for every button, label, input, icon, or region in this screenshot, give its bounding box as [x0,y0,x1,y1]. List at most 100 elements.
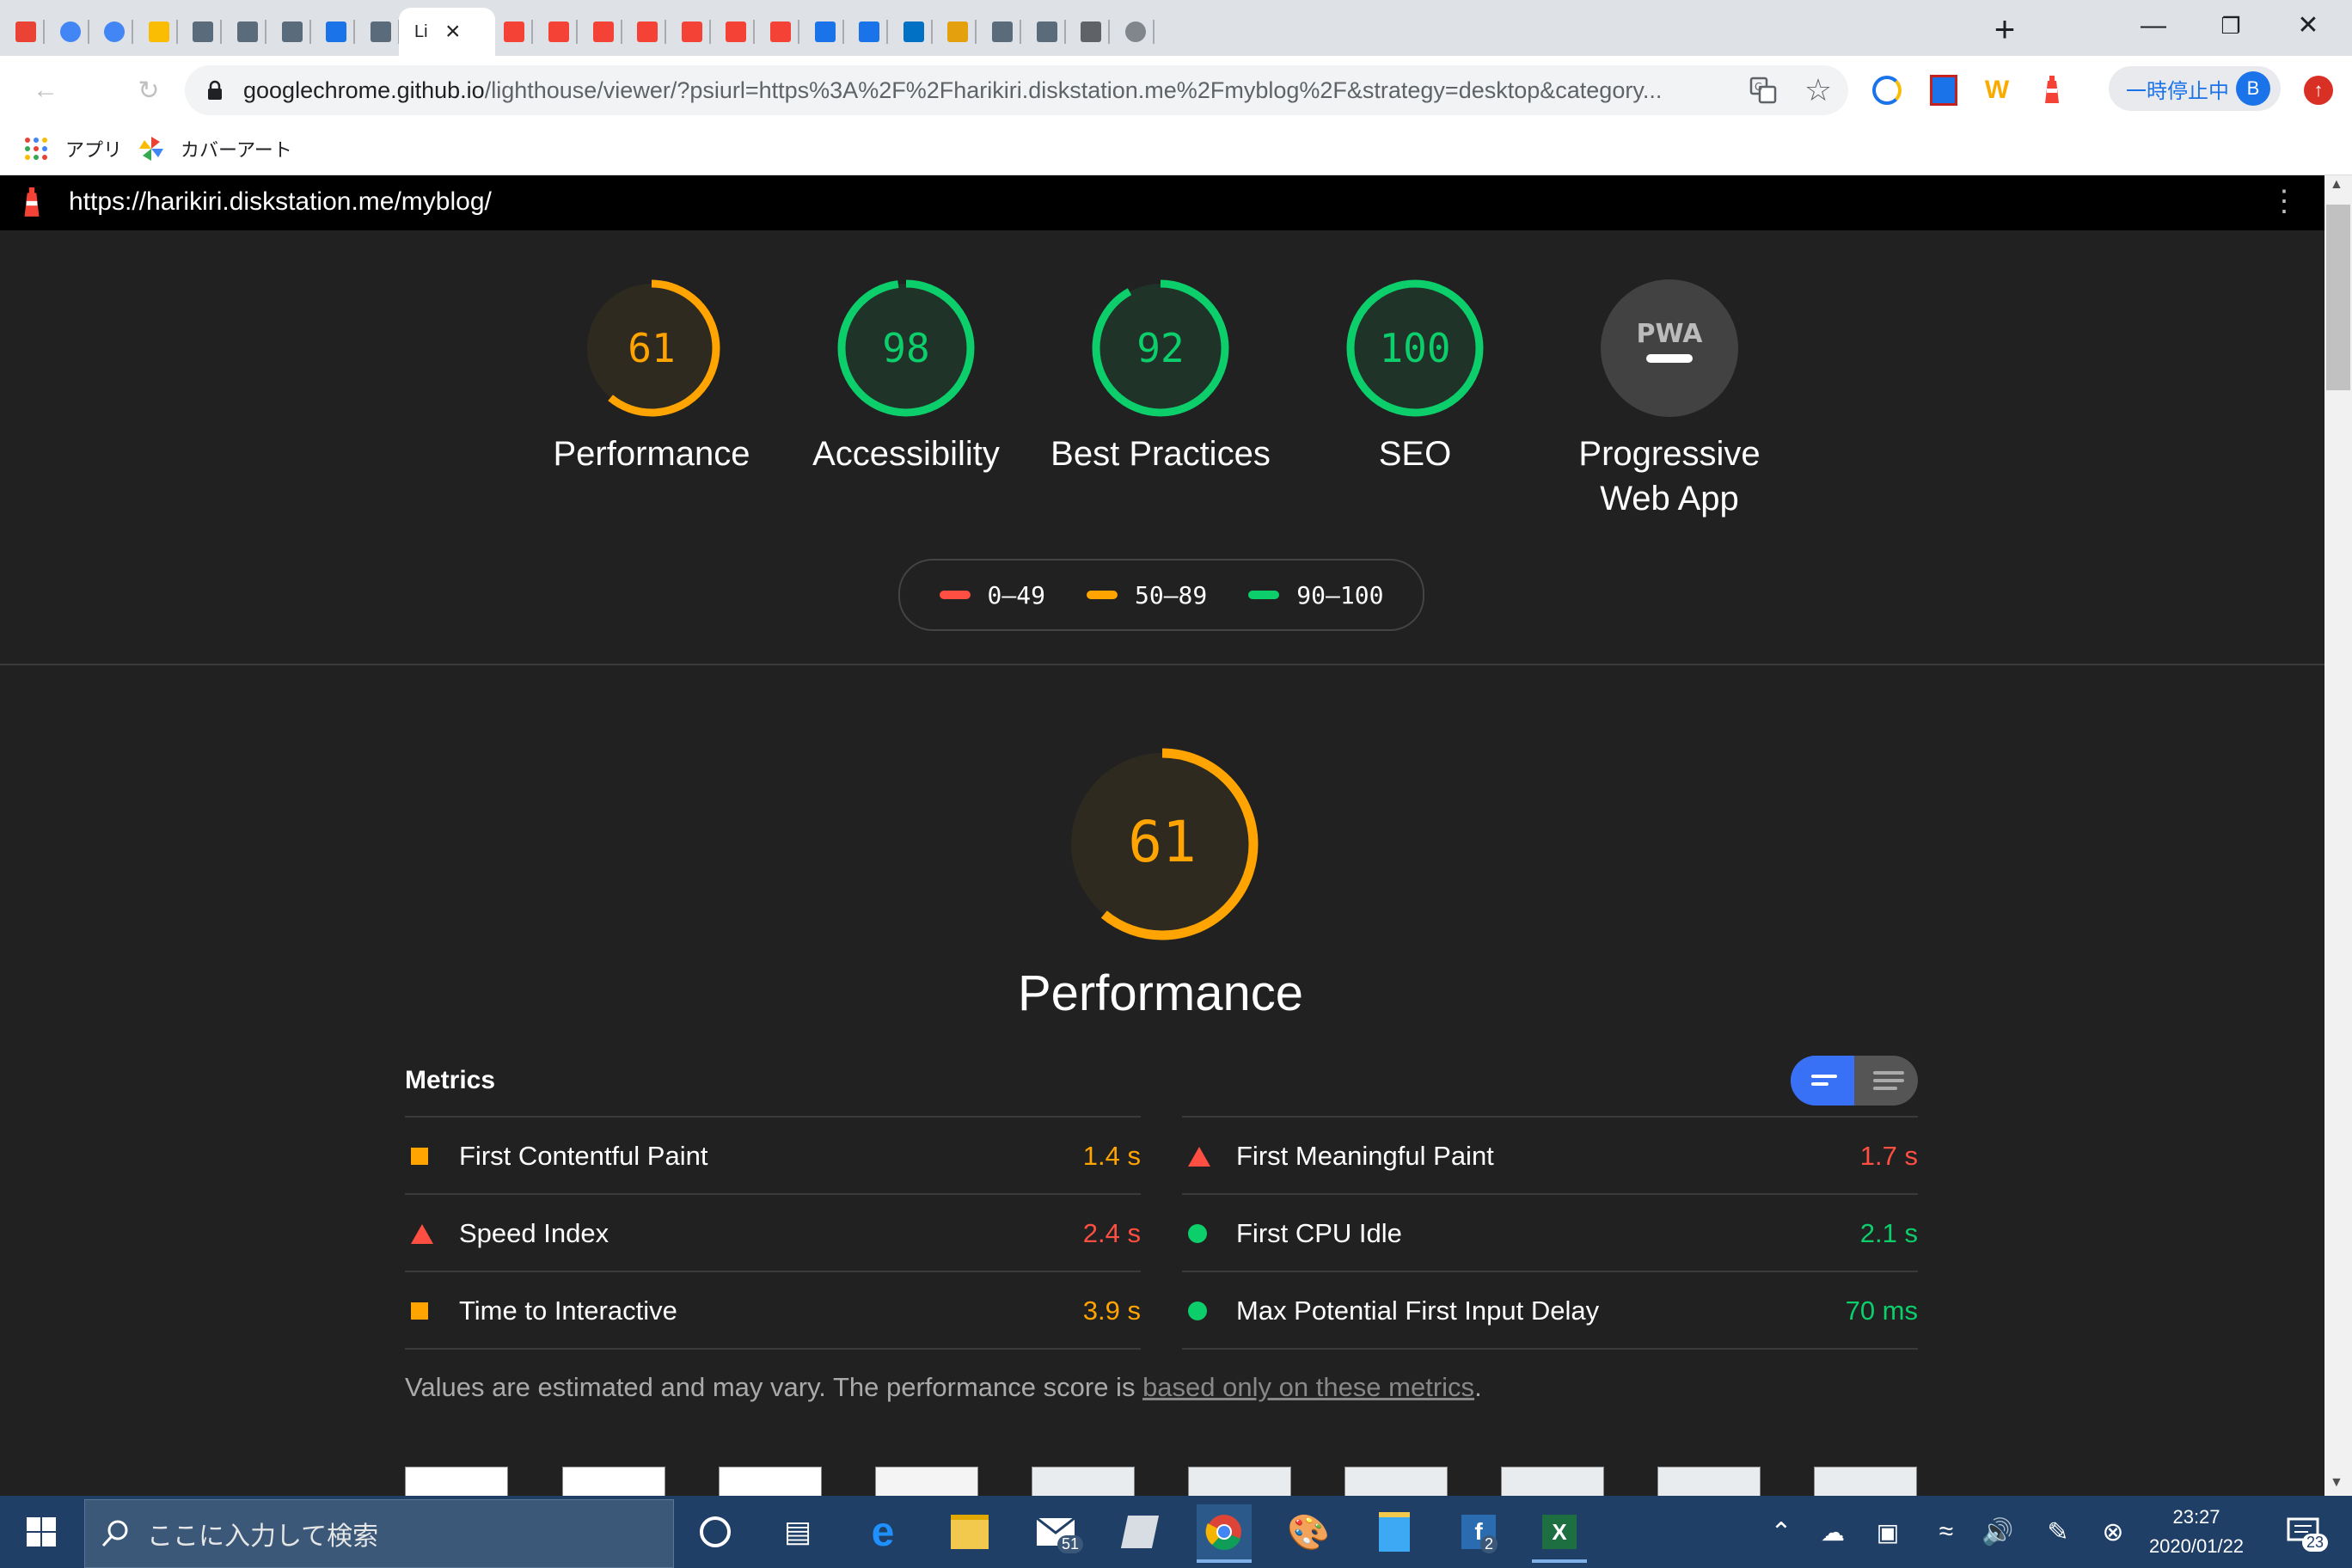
network-icon[interactable]: ≈ [1919,1504,1974,1559]
chrome-taskbar-icon[interactable] [1197,1504,1252,1563]
tab-item[interactable]: D [888,8,933,56]
bookmark-star-icon[interactable]: ☆ [1797,69,1840,112]
metric-name: First CPU Idle [1236,1218,1402,1248]
clock-date: 2020/01/22 [2148,1535,2245,1557]
lighthouse-icon[interactable] [2030,69,2073,112]
more-menu-icon[interactable]: ⋮ [2269,184,2299,218]
profile-pause-button[interactable]: 一時停止中 B [2109,66,2281,111]
translate-icon[interactable]: G [1742,69,1785,112]
restore-button[interactable]: ❐ [2192,0,2269,52]
tab-item[interactable]: L [488,8,533,56]
minimize-button[interactable]: — [2115,0,2192,52]
gauge-best-practices[interactable]: 92 Best Practices [1032,275,1289,476]
extension-icon[interactable]: W [1975,69,2018,112]
metric-speed-index: Speed Index 2.4 s [405,1193,1141,1272]
cortana-icon[interactable] [688,1504,743,1559]
tab-item[interactable]: L [710,8,755,56]
tab-item[interactable]: 1 [1110,8,1155,56]
back-icon[interactable]: ← [24,69,67,112]
tab-item[interactable]: E [89,8,133,56]
tab-item[interactable]: L [133,8,178,56]
windows-start-icon[interactable] [14,1504,69,1559]
bookmark-apps-label: アプリ [65,139,123,161]
extension-icon[interactable] [1865,69,1908,112]
gauge-accessibility[interactable]: 98 Accessibility [777,275,1035,476]
avatar: B [2236,71,2270,106]
tab-item[interactable]: 受 [0,8,45,56]
mail-icon[interactable]: 51 [1028,1504,1084,1559]
tab-item[interactable]: G [45,8,89,56]
tab-item[interactable]: V [1021,8,1066,56]
pinwheel-icon [139,137,163,161]
onedrive-error-icon[interactable]: ☁ [1805,1504,1860,1559]
tab-item[interactable]: ぅ [266,8,311,56]
pen-icon[interactable]: ✎ [2030,1504,2086,1559]
tab-item[interactable]: P [843,8,888,56]
f-app-icon[interactable]: f 2 [1451,1504,1506,1559]
gauge-label: Best Practices [1050,435,1271,473]
show-hidden-icons-icon[interactable]: ⌃ [1754,1504,1809,1559]
pwa-label-line1: Progressive [1578,435,1761,473]
tab-item[interactable]: に [355,8,400,56]
close-window-button[interactable]: ✕ [2269,0,2347,52]
tab-item[interactable]: L [578,8,622,56]
tab-item[interactable]: P [310,8,355,56]
metric-first-contentful-paint: First Contentful Paint 1.4 s [405,1116,1141,1195]
scrollbar-thumb[interactable] [2326,205,2350,390]
paint-icon[interactable]: 🎨 [1281,1504,1336,1559]
gmail-icon [15,19,36,45]
gauge-score: 98 [882,325,929,371]
tab-item[interactable]: に [177,8,222,56]
gauge-pwa[interactable]: PWA Progressive Web App [1540,275,1798,521]
volume-icon[interactable]: 🔊 [1970,1504,2025,1559]
translate-icon [1081,19,1101,45]
address-url[interactable]: googlechrome.github.io/lighthouse/viewer… [243,77,1765,104]
tab-item[interactable]: Li × [399,8,495,56]
gauge-seo[interactable]: 100 SEO [1286,275,1544,476]
close-tab-icon[interactable]: × [445,17,461,46]
excel-icon[interactable]: X [1532,1504,1587,1563]
performance-score: 61 [1128,809,1196,875]
update-icon[interactable]: ↑ [2297,69,2340,112]
bookmark-apps[interactable]: アプリ [24,123,122,175]
notepad-icon[interactable] [1367,1504,1422,1559]
tab-item[interactable]: L [755,8,799,56]
security-icon[interactable]: ▣ [1860,1504,1915,1559]
fail-triangle-icon [1188,1146,1210,1167]
tab-item[interactable]: L [622,8,666,56]
tab-item[interactable]: E [799,8,844,56]
toggle-compact-option[interactable] [1791,1056,1854,1106]
image-icon [237,19,258,45]
tab-item[interactable]: L [533,8,578,56]
notes-icon[interactable] [1112,1504,1167,1559]
metrics-header: Metrics [405,1066,496,1094]
edge-icon[interactable]: e [855,1504,910,1559]
metrics-note: Values are estimated and may vary. The p… [405,1372,1482,1403]
extension-icon[interactable] [1922,69,1965,112]
tab-item[interactable]: ニ [977,8,1021,56]
note-link[interactable]: based only on these metrics [1142,1372,1474,1402]
pass-circle-icon [1188,1302,1207,1320]
taskbar-search-box[interactable]: ここに入力して検索 [84,1499,674,1568]
notification-center-icon[interactable]: 23 [2276,1504,2331,1559]
legend-swatch [1248,591,1280,599]
bookmark-coverart[interactable]: カバーアート [139,123,292,175]
reload-icon[interactable]: ↻ [127,69,170,112]
gauge-performance[interactable]: 61 Performance [523,275,781,476]
new-tab-button[interactable]: + [1986,10,2024,48]
tab-item[interactable]: ナ [1065,8,1110,56]
scroll-down-icon[interactable]: ▼ [2330,1475,2343,1491]
address-bar[interactable]: googlechrome.github.io/lighthouse/viewer… [185,65,1848,115]
report-url[interactable]: https://harikiri.diskstation.me/myblog/ [69,187,492,217]
tab-item[interactable]: P [932,8,977,56]
metrics-view-toggle[interactable] [1791,1056,1918,1106]
task-view-icon[interactable]: ▤ [770,1504,825,1559]
tab-item[interactable]: L [666,8,711,56]
google-icon [60,19,81,45]
file-explorer-icon[interactable] [942,1504,997,1559]
gauge-score: 100 [1379,325,1450,371]
tab-item[interactable]: に [222,8,266,56]
metric-time-to-interactive: Time to Interactive 3.9 s [405,1271,1141,1350]
scroll-up-icon[interactable]: ▲ [2330,177,2343,193]
taskbar-clock[interactable]: 23:27 2020/01/22 [2123,1503,2269,1561]
